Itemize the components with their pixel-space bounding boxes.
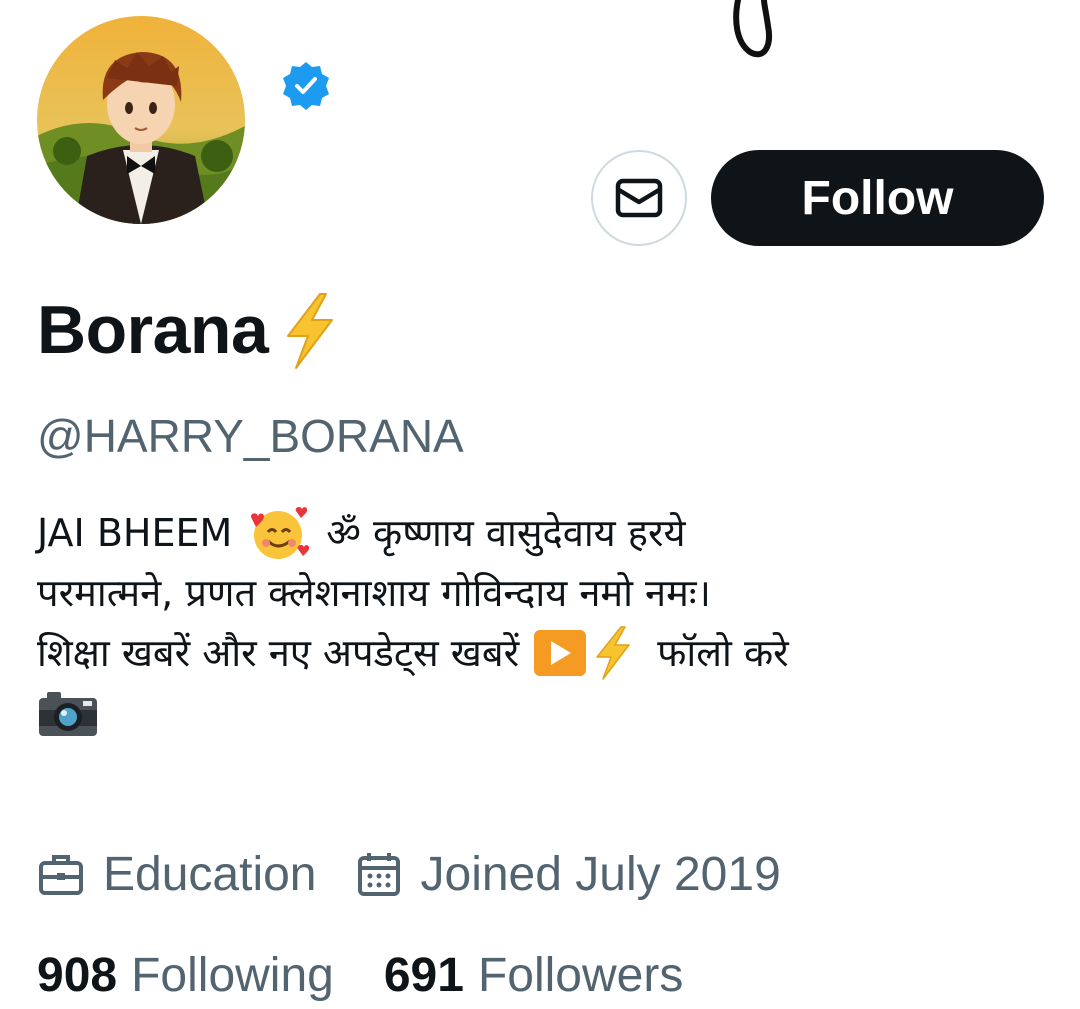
following-count: 908	[37, 948, 118, 1002]
following-link[interactable]: 908 Following	[37, 948, 334, 1003]
bio-text-1b: ॐ कृष्णाय वासुदेवाय हरये	[326, 511, 686, 555]
bio-text-3b: फॉलो करे	[657, 631, 789, 675]
category-item: Education	[37, 847, 317, 902]
joined-label: Joined July 2019	[420, 847, 781, 901]
avatar[interactable]	[37, 16, 245, 224]
envelope-icon	[615, 178, 663, 218]
briefcase-icon	[39, 855, 83, 895]
scribble-drawing	[733, 0, 772, 58]
profile-meta: Education Joined July 2019	[37, 844, 781, 904]
bio: JAI BHEEM ॐ कृष्णाय वासुदेवाय हरये परमात…	[37, 503, 1047, 743]
followers-label: Followers	[477, 948, 684, 1002]
followers-count: 691	[383, 948, 464, 1002]
follow-button[interactable]: Follow	[711, 150, 1044, 246]
joined-item: Joined July 2019	[355, 847, 781, 902]
bio-text-3: शिक्षा खबरें और नए अपडेट्स खबरें	[37, 631, 520, 675]
followers-link[interactable]: 691 Followers	[384, 948, 683, 1003]
camera-emoji	[39, 692, 97, 736]
following-label: Following	[131, 948, 334, 1002]
display-name: Borana	[37, 292, 269, 368]
lightning-emoji	[287, 293, 334, 369]
message-button[interactable]	[591, 150, 687, 246]
lightning-emoji	[596, 626, 630, 680]
name-row: Borana	[37, 290, 344, 370]
smiling-face-with-hearts-emoji	[251, 507, 310, 559]
play-button-emoji	[534, 630, 587, 676]
bio-line-2: परमात्मने, प्रणत क्लेशनाशाय गोविन्दाय नम…	[37, 571, 711, 615]
user-handle: @HARRY_BORANA	[37, 410, 464, 462]
follow-stats: 908 Following 691 Followers	[37, 945, 683, 1005]
bio-line-4	[37, 683, 1047, 743]
category-label: Education	[103, 847, 317, 901]
calendar-icon	[357, 853, 400, 896]
bio-line-3: शिक्षा खबरें और नए अपडेट्स खबरें फॉलो कर…	[37, 623, 1047, 683]
bio-line-1: JAI BHEEM ॐ कृष्णाय वासुदेवाय हरये	[37, 503, 1047, 563]
profile-header: Follow Borana @HARRY_BORANA JAI BHEEM ॐ …	[0, 0, 1080, 1009]
verified-badge-icon[interactable]	[280, 60, 332, 112]
bio-text-1: JAI BHEEM	[37, 511, 233, 555]
